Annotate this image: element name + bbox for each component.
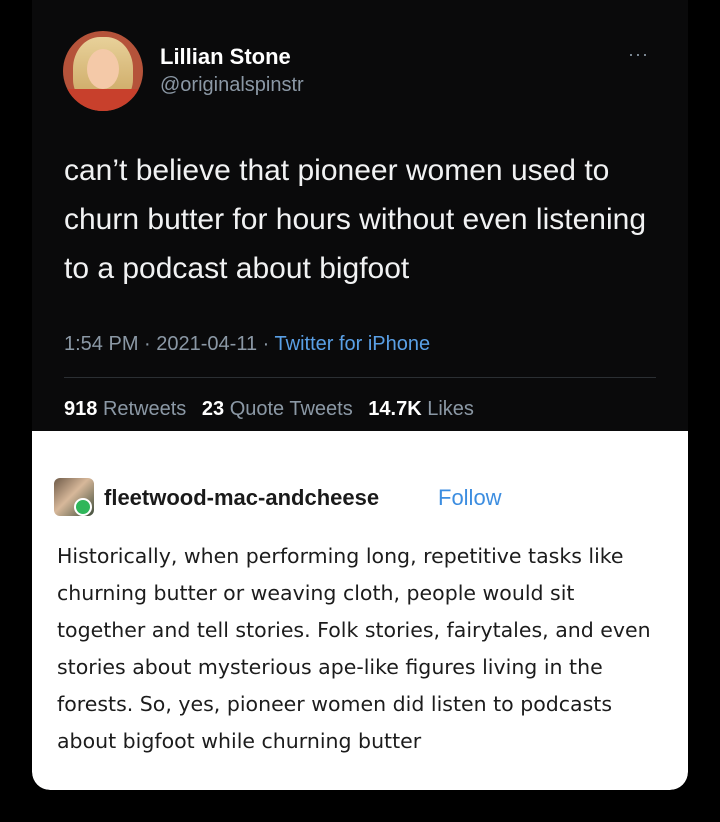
follow-button[interactable]: Follow [438,485,502,511]
online-badge-icon [74,498,92,516]
reply-author-name[interactable]: fleetwood-mac-andcheese [104,485,379,511]
quote-tweets-count: 23 [201,398,225,420]
reply-text: Historically, when performing long, repe… [57,544,651,753]
more-options-icon[interactable]: ··· [628,44,649,65]
likes-count: 14.7K [368,398,422,420]
tweet-divider [64,377,656,378]
tweet-time[interactable]: 1:54 PM [64,333,138,355]
avatar-face [87,49,119,89]
retweets-label: Retweets [102,398,187,420]
tweet-card: Lillian Stone @originalspinstr ··· can’t… [32,0,688,431]
tweet-author-handle[interactable]: @originalspinstr [160,74,304,97]
reply-author-avatar[interactable] [54,478,94,516]
tweet-author-avatar[interactable] [63,31,143,111]
likes-label: Likes [427,398,474,420]
retweets-stat[interactable]: 918 Retweets [64,398,186,420]
quote-tweets-label: Quote Tweets [229,398,353,420]
tweet-author-name[interactable]: Lillian Stone [160,44,291,70]
reply-post: fleetwood-mac-andcheese Follow Historica… [32,431,688,790]
retweets-count: 918 [64,398,98,420]
quote-tweets-stat[interactable]: 23 Quote Tweets [202,398,353,420]
screenshot-frame: Lillian Stone @originalspinstr ··· can’t… [32,0,688,790]
tweet-date[interactable]: 2021-04-11 [156,333,257,355]
likes-stat[interactable]: 14.7K Likes [368,398,474,420]
meta-separator: · [138,333,157,355]
meta-separator: · [257,333,275,355]
tweet-meta: 1:54 PM · 2021-04-11 · Twitter for iPhon… [64,333,430,356]
tweet-client-link[interactable]: Twitter for iPhone [275,333,431,355]
tweet-stats: 918 Retweets 23 Quote Tweets 14.7K Likes [64,398,474,421]
tweet-text: can’t believe that pioneer women used to… [64,154,646,285]
avatar-shirt [63,89,143,111]
